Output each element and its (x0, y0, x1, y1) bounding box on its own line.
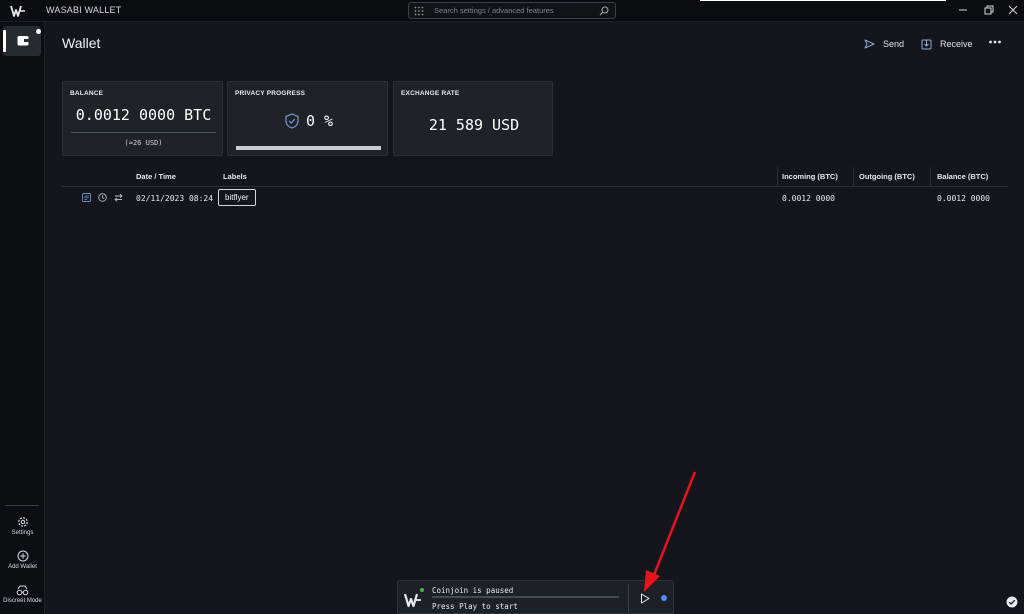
column-divider (853, 167, 854, 187)
sidebar: Settings Add Wallet Discreet Mode (0, 22, 45, 614)
exchange-rate-value: 21 589 USD (428, 116, 520, 134)
privacy-progress-tile: PRIVACY PROGRESS 0 % (227, 81, 388, 156)
column-divider (930, 167, 931, 187)
row-incoming: 0.0012 0000 (782, 194, 835, 203)
balance-divider (71, 132, 216, 133)
details-icon[interactable] (82, 193, 91, 202)
search-placeholder: Search settings / advanced features (434, 6, 554, 15)
coinjoin-hint: Press Play to start (432, 602, 518, 611)
search-icon (599, 6, 609, 16)
exchange-rate-label: EXCHANGE RATE (401, 90, 460, 97)
title-bar: WASABI WALLET Search settings / advanced… (0, 0, 1024, 22)
send-button[interactable]: Send (864, 36, 904, 52)
sidebar-item-label: Add Wallet (8, 564, 37, 570)
sidebar-item-discreet-mode[interactable]: Discreet Mode (0, 585, 45, 604)
wallet-icon (17, 36, 29, 46)
coinjoin-panel: Coinjoin is paused Press Play to start (397, 580, 674, 614)
column-header-date[interactable]: Date / Time (136, 172, 176, 181)
coinjoin-divider (628, 584, 629, 612)
receive-button[interactable]: Receive (921, 36, 973, 52)
transfer-arrows-icon (114, 193, 123, 202)
row-balance: 0.0012 0000 (937, 194, 990, 203)
minimize-icon[interactable] (956, 3, 970, 17)
receive-icon (921, 39, 932, 49)
selection-indicator (3, 30, 6, 52)
discreet-mode-icon (16, 585, 29, 596)
exchange-rate-tile: EXCHANGE RATE 21 589 USD (393, 81, 553, 156)
add-circle-icon (17, 550, 28, 562)
balance-usd-value: (≈26 USD) (124, 139, 163, 147)
column-header-balance[interactable]: Balance (BTC) (937, 172, 988, 181)
balance-value: 0.0012 0000 BTC (75, 106, 212, 124)
close-icon[interactable] (1006, 3, 1020, 17)
gear-icon (17, 517, 28, 527)
search-input[interactable]: Search settings / advanced features (408, 2, 616, 19)
wasabi-logo-icon (404, 593, 421, 608)
sidebar-item-label: Discreet Mode (3, 598, 42, 604)
coinjoin-progress-track (432, 596, 619, 598)
more-options-icon[interactable] (988, 39, 1002, 45)
balance-tile: BALANCE 0.0012 0000 BTC (≈26 USD) (62, 81, 223, 156)
sidebar-item-add-wallet[interactable]: Add Wallet (0, 550, 45, 570)
notification-dot (36, 29, 41, 34)
column-header-labels[interactable]: Labels (223, 172, 247, 181)
column-divider (777, 167, 778, 187)
annotation-arrow-icon (644, 471, 697, 592)
privacy-progress-value: 0 % (306, 112, 334, 130)
sidebar-item-settings[interactable]: Settings (0, 516, 45, 536)
transactions-table-header: Date / Time Labels Incoming (BTC) Outgoi… (62, 167, 1008, 187)
send-icon (864, 39, 875, 49)
app-title: WASABI WALLET (46, 5, 122, 15)
label-chip[interactable]: bitflyer (218, 189, 256, 206)
wasabi-logo-icon (10, 5, 25, 17)
column-header-outgoing[interactable]: Outgoing (BTC) (859, 172, 915, 181)
status-dot (420, 588, 424, 592)
column-header-incoming[interactable]: Incoming (BTC) (782, 172, 838, 181)
page-title: Wallet (62, 35, 101, 51)
row-date: 02/11/2023 08:24 (136, 194, 214, 203)
receive-label: Receive (940, 39, 973, 49)
table-row[interactable]: 02/11/2023 08:24 bitflyer 0.0012 0000 0.… (62, 188, 1008, 208)
privacy-progress-fill (236, 146, 381, 150)
restore-icon[interactable] (982, 3, 996, 17)
clock-icon (98, 193, 107, 202)
grid-icon (414, 6, 424, 16)
check-circle-icon (1006, 596, 1018, 608)
coinjoin-status: Coinjoin is paused (432, 586, 514, 595)
balance-label: BALANCE (70, 90, 104, 97)
privacy-progress-label: PRIVACY PROGRESS (235, 90, 306, 97)
sidebar-item-wallet[interactable] (3, 26, 41, 56)
sidebar-item-label: Settings (11, 530, 34, 536)
sidebar-divider (5, 505, 39, 506)
coinjoin-indicator (661, 595, 667, 601)
window-top-highlight (700, 0, 946, 1)
send-label: Send (883, 39, 905, 49)
shield-icon (285, 113, 299, 129)
